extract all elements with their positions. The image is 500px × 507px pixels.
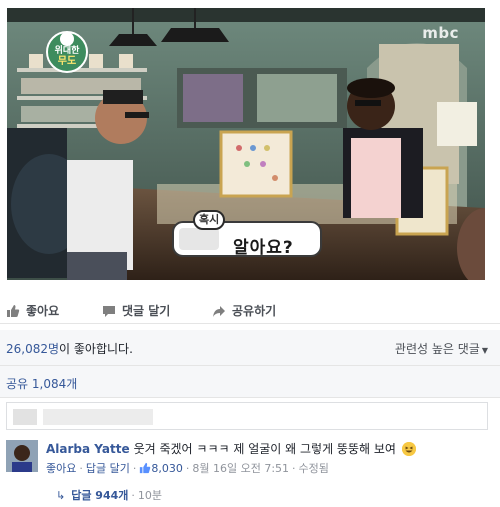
- comment-timestamp[interactable]: 8월 16일 오전 7:51: [192, 462, 289, 475]
- comment-body: Alarba Yatte 웃겨 죽겠어 ㅋㅋㅋ 제 얼굴이 왜 그렇게 뚱뚱해 보…: [46, 442, 486, 457]
- shares-row: 공유 1,084개: [0, 366, 500, 398]
- comment-author[interactable]: Alarba Yatte: [46, 442, 130, 456]
- caret-down-icon: ▼: [481, 346, 488, 355]
- shares-count-link[interactable]: 공유 1,084개: [6, 375, 77, 392]
- comment-sort-label: 관련성 높은 댓글: [394, 342, 480, 356]
- profile-photo-icon: [6, 440, 38, 472]
- comment-label: 댓글 달기: [122, 304, 171, 318]
- comment-like-link[interactable]: 좋아요: [46, 462, 76, 475]
- show-logo-line2: 무도: [57, 56, 77, 67]
- comment-reply-link[interactable]: 답글 달기: [86, 462, 130, 475]
- replies-row: ↳ 답글 944개 · 10분: [56, 489, 162, 502]
- show-logo: 위대한 무도: [44, 29, 90, 73]
- comment-meta: 좋아요 · 답글 달기 · 8,030 · 8월 16일 오전 7:51 · 수정됨: [46, 462, 329, 477]
- comment-sort-dropdown[interactable]: 관련성 높은 댓글 ▼: [395, 340, 488, 357]
- comment-button[interactable]: 댓글 달기: [102, 302, 170, 319]
- comment-input-placeholder: [43, 409, 153, 425]
- thumbs-up-icon: [7, 304, 20, 317]
- video-player[interactable]: 위대한 무도 mbc 혹시 알아요?: [7, 8, 485, 280]
- comment-icon: [103, 305, 115, 317]
- thumbs-up-icon: [139, 462, 151, 477]
- comment-input[interactable]: [6, 402, 488, 430]
- view-replies-link[interactable]: 답글 944개: [71, 489, 128, 502]
- subtitle-main: 알아요?: [233, 238, 294, 258]
- comment-edited-label[interactable]: 수정됨: [299, 462, 329, 475]
- likes-summary[interactable]: 26,082명이 좋아합니다.: [6, 340, 133, 357]
- like-button[interactable]: 좋아요: [6, 302, 59, 319]
- replies-time: 10분: [137, 489, 162, 502]
- reply-arrow-icon: ↳: [56, 489, 66, 502]
- user-avatar-placeholder: [13, 409, 37, 425]
- subtitle-small: 혹시: [193, 210, 226, 230]
- likes-suffix: 이 좋아합니다.: [59, 342, 133, 356]
- channel-watermark: mbc: [422, 24, 459, 42]
- avatar[interactable]: [6, 440, 38, 472]
- laughing-emoji-icon: [401, 442, 416, 456]
- share-button[interactable]: 공유하기: [212, 302, 276, 319]
- share-label: 공유하기: [232, 304, 277, 318]
- comment-text: 웃겨 죽겠어 ㅋㅋㅋ 제 얼굴이 왜 그렇게 뚱뚱해 보여: [133, 442, 396, 456]
- post-action-bar: 좋아요 댓글 달기 공유하기: [0, 298, 500, 324]
- comment-like-count[interactable]: 8,030: [151, 462, 183, 475]
- likes-count[interactable]: 26,082명: [6, 342, 59, 356]
- share-arrow-icon: [213, 305, 225, 317]
- likes-summary-row: 26,082명이 좋아합니다. 관련성 높은 댓글 ▼: [0, 330, 500, 366]
- show-logo-line1: 위대한: [54, 46, 80, 56]
- like-label: 좋아요: [26, 304, 60, 318]
